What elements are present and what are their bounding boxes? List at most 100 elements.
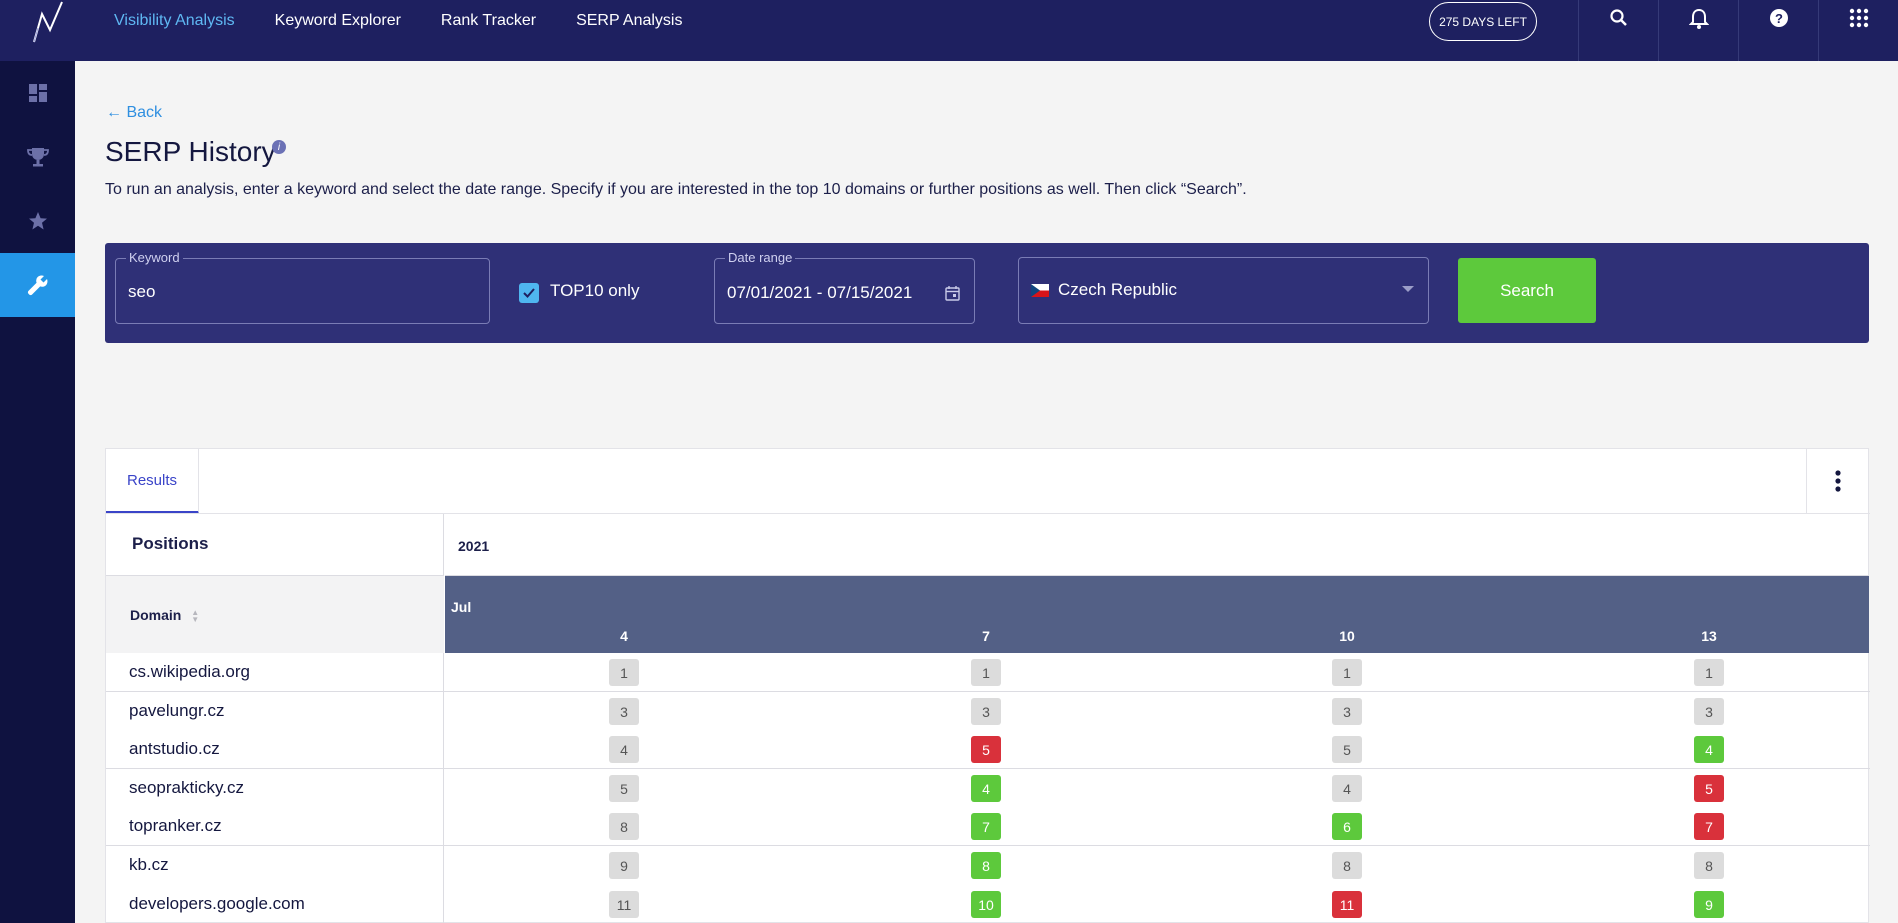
domain-name[interactable]: seoprakticky.cz <box>129 778 244 798</box>
top10-label[interactable]: TOP10 only <box>550 281 639 301</box>
apps-grid-icon <box>1849 8 1868 28</box>
domain-header[interactable]: Domain ▲ ▼ <box>106 576 444 653</box>
table-row: pavelungr.cz 3 3 3 3 <box>106 692 1870 730</box>
domain-name[interactable]: topranker.cz <box>129 816 222 836</box>
day-label: 13 <box>1701 628 1717 644</box>
position-badge: 4 <box>1694 736 1724 763</box>
sidebar-item-favorites[interactable] <box>0 189 75 253</box>
table-row: antstudio.cz 4 5 5 4 <box>106 730 1870 768</box>
kebab-menu-icon <box>1834 470 1841 492</box>
position-badge: 5 <box>971 736 1001 763</box>
row-divider <box>106 845 1870 846</box>
help-icon: ? <box>1769 9 1788 27</box>
checkmark-icon <box>523 288 535 298</box>
svg-text:?: ? <box>1775 11 1783 26</box>
star-icon <box>28 212 47 230</box>
table-row: kb.cz 9 8 8 8 <box>106 846 1870 884</box>
sidebar-item-tools[interactable] <box>0 253 75 317</box>
keyword-input[interactable]: seo <box>128 282 155 302</box>
day-label: 10 <box>1339 628 1355 644</box>
page-description: To run an analysis, enter a keyword and … <box>105 181 1247 198</box>
top-bar: Visibility Analysis Keyword Explorer Ran… <box>0 0 1898 61</box>
nav-keyword-explorer[interactable]: Keyword Explorer <box>275 12 401 30</box>
date-header: Jul 4 7 10 13 <box>445 576 1869 653</box>
position-badge: 5 <box>1332 736 1362 763</box>
top10-checkbox[interactable] <box>519 283 539 303</box>
position-badge: 9 <box>1694 891 1724 918</box>
position-badge: 8 <box>1694 852 1724 879</box>
page-title: SERP History <box>105 136 276 167</box>
nav-serp-analysis[interactable]: SERP Analysis <box>576 12 682 30</box>
position-badge: 3 <box>1332 698 1362 725</box>
position-badge: 7 <box>1694 813 1724 840</box>
position-badge: 11 <box>1332 891 1362 918</box>
nav-rank-tracker[interactable]: Rank Tracker <box>441 12 536 30</box>
domain-name[interactable]: cs.wikipedia.org <box>129 662 250 682</box>
wrench-icon <box>27 275 47 296</box>
logo-icon[interactable] <box>28 0 68 46</box>
trophy-icon <box>26 148 49 167</box>
sidebar-item-dashboard[interactable] <box>0 61 75 125</box>
date-range-value[interactable]: 07/01/2021 - 07/15/2021 <box>727 283 912 303</box>
apps-menu-button[interactable] <box>1818 0 1898 61</box>
position-badge: 4 <box>1332 775 1362 802</box>
results-card: Results Positions Domain ▲ ▼ 2021 Jul 4 7… <box>105 448 1870 923</box>
search-button[interactable] <box>1578 0 1658 61</box>
sidebar <box>0 61 75 923</box>
position-badge: 6 <box>1332 813 1362 840</box>
search-panel: Keyword seo TOP10 only Date range 07/01/… <box>105 243 1869 343</box>
nav-visibility-analysis[interactable]: Visibility Analysis <box>114 12 235 30</box>
month-label: Jul <box>451 599 472 615</box>
position-badge: 1 <box>609 659 639 686</box>
chevron-down-icon <box>1402 286 1414 292</box>
search-icon <box>1609 9 1627 26</box>
position-badge: 1 <box>1694 659 1724 686</box>
day-label: 4 <box>620 628 628 644</box>
help-button[interactable]: ? <box>1738 0 1818 61</box>
table-row: cs.wikipedia.org 1 1 1 1 <box>106 653 1870 691</box>
keyword-field[interactable]: Keyword seo <box>115 250 490 324</box>
czech-flag-icon <box>1031 284 1049 297</box>
table-row: seoprakticky.cz 5 4 4 5 <box>106 769 1870 807</box>
position-badge: 3 <box>971 698 1001 725</box>
sort-icon[interactable]: ▲ ▼ <box>191 609 199 624</box>
sidebar-item-trophy[interactable] <box>0 125 75 189</box>
position-badge: 8 <box>1332 852 1362 879</box>
domain-name[interactable]: kb.cz <box>129 855 169 875</box>
calendar-icon[interactable] <box>945 285 960 301</box>
position-badge: 10 <box>971 891 1001 918</box>
back-link[interactable]: ← Back <box>106 104 162 122</box>
position-badge: 4 <box>971 775 1001 802</box>
more-options-button[interactable] <box>1806 449 1868 513</box>
main-nav: Visibility Analysis Keyword Explorer Ran… <box>114 0 722 42</box>
position-badge: 11 <box>609 891 639 918</box>
search-button[interactable]: Search <box>1458 258 1596 323</box>
position-badge: 9 <box>609 852 639 879</box>
position-badge: 3 <box>609 698 639 725</box>
position-badge: 8 <box>609 813 639 840</box>
table-row: developers.google.com 11 10 11 9 <box>106 885 1870 923</box>
tab-results[interactable]: Results <box>106 449 199 514</box>
domain-name[interactable]: antstudio.cz <box>129 739 220 759</box>
position-badge: 4 <box>609 736 639 763</box>
position-badge: 5 <box>1694 775 1724 802</box>
info-icon[interactable]: i <box>272 140 286 154</box>
date-range-label: Date range <box>725 250 796 265</box>
keyword-label: Keyword <box>126 250 183 265</box>
country-select[interactable]: Czech Republic <box>1018 257 1429 324</box>
year-row: 2021 <box>445 514 1869 576</box>
position-badge: 7 <box>971 813 1001 840</box>
dashboard-icon <box>28 84 47 102</box>
positions-header: Positions <box>106 514 444 576</box>
domain-name[interactable]: developers.google.com <box>129 894 305 914</box>
day-label: 7 <box>982 628 990 644</box>
position-badge: 1 <box>971 659 1001 686</box>
bell-icon <box>1688 8 1709 29</box>
days-left-badge[interactable]: 275 DAYS LEFT <box>1429 2 1537 41</box>
date-range-field[interactable]: Date range 07/01/2021 - 07/15/2021 <box>714 250 975 324</box>
country-value: Czech Republic <box>1058 280 1178 299</box>
domain-name[interactable]: pavelungr.cz <box>129 701 224 721</box>
position-badge: 5 <box>609 775 639 802</box>
notifications-button[interactable] <box>1658 0 1738 61</box>
position-badge: 1 <box>1332 659 1362 686</box>
